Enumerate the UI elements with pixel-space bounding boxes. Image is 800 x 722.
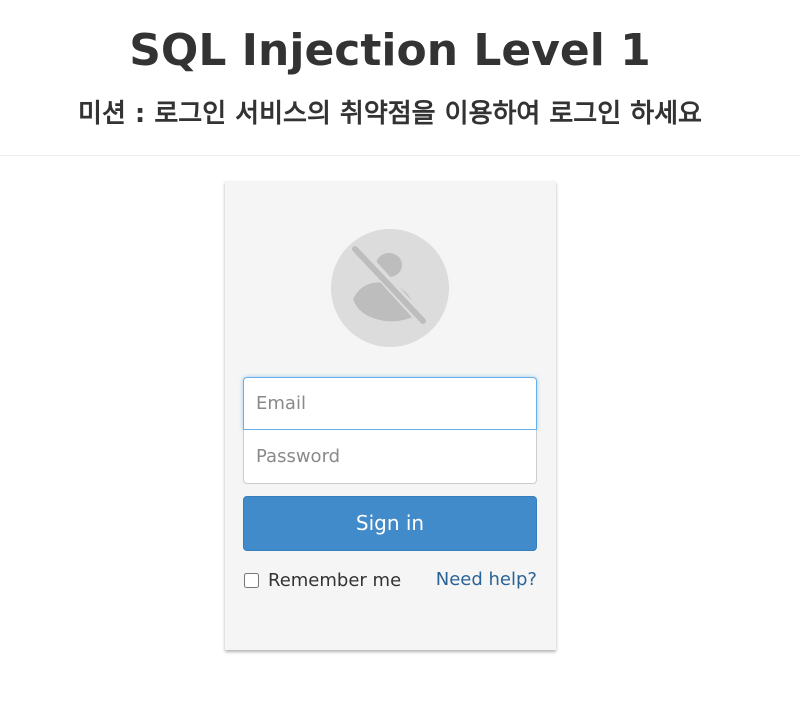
need-help-link[interactable]: Need help? [436,567,537,593]
email-field[interactable] [243,377,537,430]
login-card: Sign in Remember me Need help? [225,181,556,650]
remember-me[interactable]: Remember me [243,567,401,593]
user-slash-icon [331,229,449,347]
remember-me-checkbox[interactable] [244,572,259,588]
page-header: SQL Injection Level 1 미션 : 로그인 서비스의 취약점을… [0,0,800,156]
page-title: SQL Injection Level 1 [129,25,651,76]
mission-text: 미션 : 로그인 서비스의 취약점을 이용하여 로그인 하세요 [78,99,702,129]
sign-in-button[interactable]: Sign in [243,496,537,551]
remember-me-label: Remember me [268,569,402,591]
password-field[interactable] [243,430,537,484]
